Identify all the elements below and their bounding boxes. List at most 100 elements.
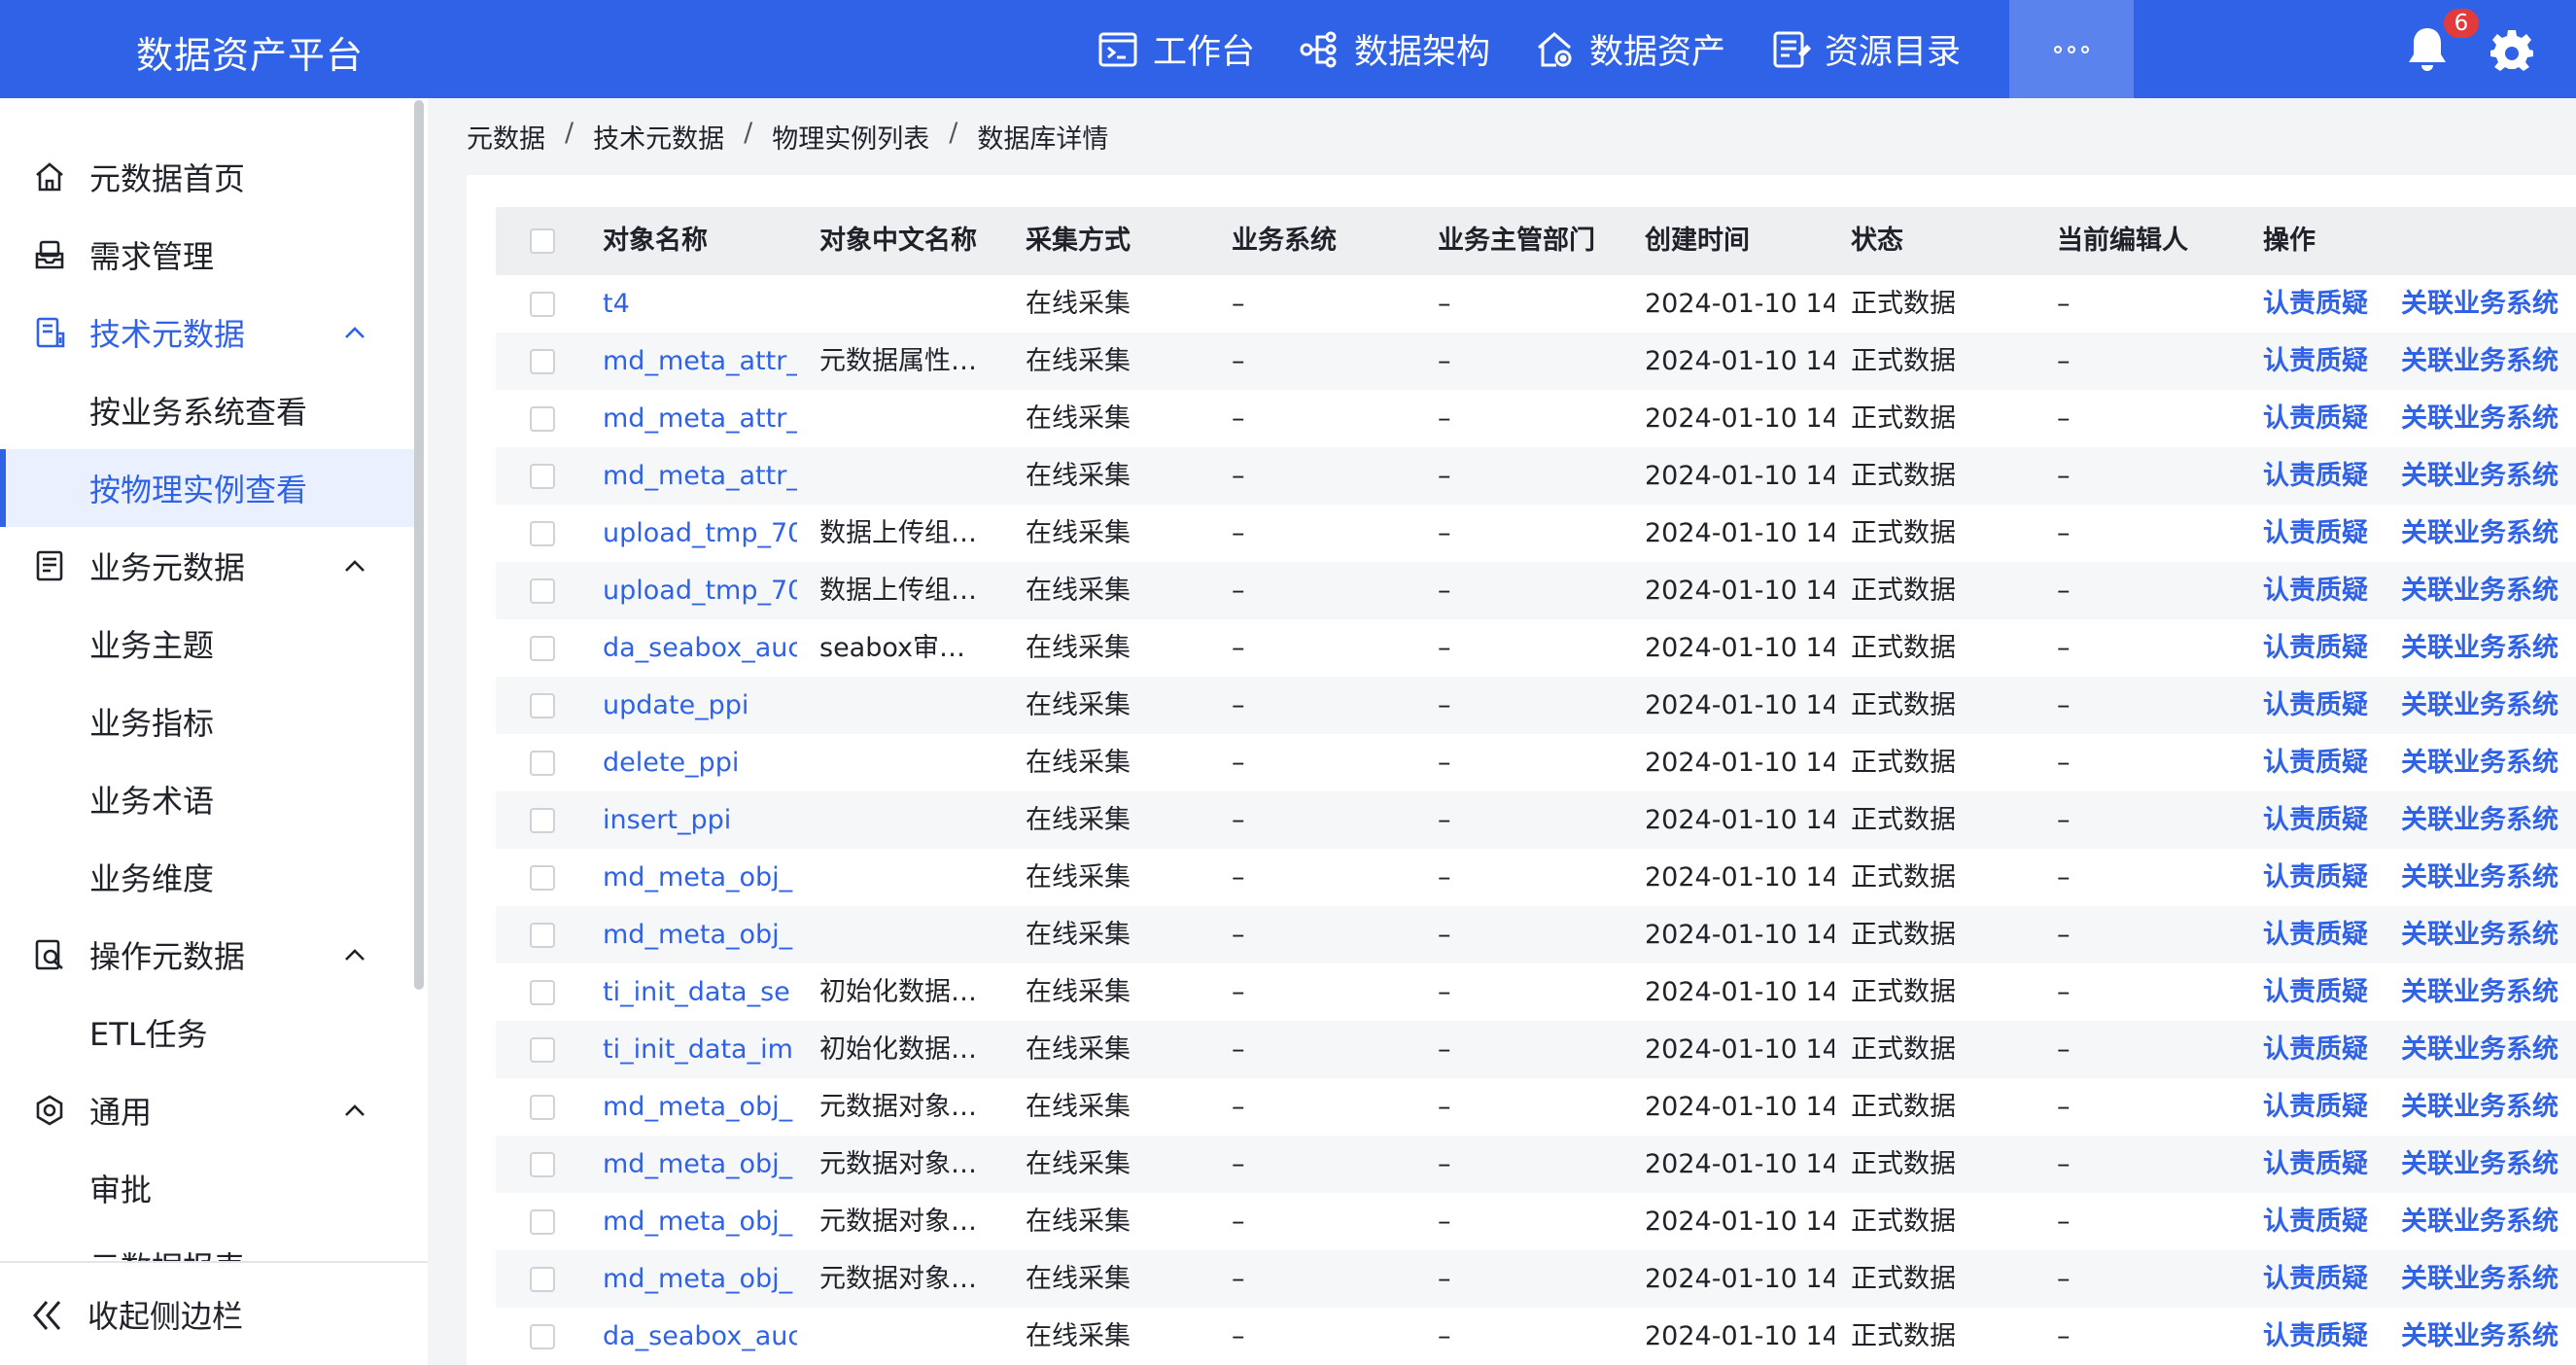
nav-item-catalog[interactable]: 资源目录	[1760, 0, 1996, 98]
link-business-system-link[interactable]: 关联业务系统	[2401, 390, 2559, 447]
link-business-system-link[interactable]: 关联业务系统	[2401, 734, 2559, 791]
sidebar-item-business-metadata[interactable]: 业务元数据	[0, 527, 416, 605]
row-checkbox[interactable]	[530, 693, 555, 718]
sidebar-item-by-business-system[interactable]: 按业务系统查看	[0, 371, 416, 449]
nav-item-architecture[interactable]: 数据架构	[1290, 0, 1525, 98]
row-checkbox[interactable]	[530, 406, 555, 432]
responsibility-query-link[interactable]: 认责质疑	[2263, 275, 2368, 332]
scrollbar-thumb[interactable]	[414, 100, 424, 990]
nav-item-assets[interactable]: 数据资产	[1525, 0, 1760, 98]
more-menu-button[interactable]	[2009, 0, 2135, 98]
sidebar-item-business-indicator[interactable]: 业务指标	[0, 682, 416, 760]
responsibility-query-link[interactable]: 认责质疑	[2263, 791, 2368, 849]
object-name-link[interactable]: update_ppi	[603, 677, 797, 734]
row-checkbox[interactable]	[530, 636, 555, 661]
row-checkbox[interactable]	[530, 349, 555, 374]
responsibility-query-link[interactable]: 认责质疑	[2263, 1193, 2368, 1250]
breadcrumb-item[interactable]: 元数据	[467, 118, 545, 156]
sidebar-item-by-physical-instance[interactable]: 按物理实例查看	[0, 449, 416, 527]
sidebar-item-requirements[interactable]: 需求管理	[0, 216, 416, 294]
collapse-sidebar-button[interactable]: 收起侧边栏	[0, 1261, 428, 1365]
nav-item-workbench[interactable]: 工作台	[1089, 0, 1290, 98]
link-business-system-link[interactable]: 关联业务系统	[2401, 1250, 2559, 1308]
link-business-system-link[interactable]: 关联业务系统	[2401, 562, 2559, 619]
sidebar-item-operational-metadata[interactable]: 操作元数据	[0, 916, 416, 994]
row-checkbox[interactable]	[530, 1209, 555, 1235]
row-checkbox[interactable]	[530, 1095, 555, 1120]
sidebar-item-business-topic[interactable]: 业务主题	[0, 605, 416, 682]
object-name-link[interactable]: md_meta_attr_	[603, 390, 797, 447]
sidebar-scrollbar[interactable]	[412, 98, 426, 993]
object-name-link[interactable]: md_meta_obj_	[603, 1250, 797, 1308]
object-name-link[interactable]: md_meta_obj_	[603, 849, 797, 906]
object-name-link[interactable]: insert_ppi	[603, 791, 797, 849]
responsibility-query-link[interactable]: 认责质疑	[2263, 447, 2368, 505]
object-name-link[interactable]: t4	[603, 275, 797, 332]
link-business-system-link[interactable]: 关联业务系统	[2401, 1136, 2559, 1193]
link-business-system-link[interactable]: 关联业务系统	[2401, 619, 2559, 677]
object-name-link[interactable]: md_meta_obj_	[603, 1136, 797, 1193]
link-business-system-link[interactable]: 关联业务系统	[2401, 505, 2559, 562]
sidebar-item-etl-task[interactable]: ETL任务	[0, 994, 416, 1071]
sidebar-item-general[interactable]: 通用	[0, 1071, 416, 1149]
link-business-system-link[interactable]: 关联业务系统	[2401, 906, 2559, 963]
link-business-system-link[interactable]: 关联业务系统	[2401, 1021, 2559, 1078]
row-checkbox[interactable]	[530, 980, 555, 1005]
object-name-link[interactable]: md_meta_obj_	[603, 1193, 797, 1250]
responsibility-query-link[interactable]: 认责质疑	[2263, 906, 2368, 963]
object-name-link[interactable]: da_seabox_auc	[603, 1308, 797, 1365]
link-business-system-link[interactable]: 关联业务系统	[2401, 963, 2559, 1021]
link-business-system-link[interactable]: 关联业务系统	[2401, 275, 2559, 332]
link-business-system-link[interactable]: 关联业务系统	[2401, 791, 2559, 849]
gear-icon[interactable]	[2490, 28, 2533, 71]
row-checkbox[interactable]	[530, 865, 555, 891]
object-name-link[interactable]: md_meta_obj_	[603, 906, 797, 963]
object-name-link[interactable]: ti_init_data_im	[603, 1021, 797, 1078]
row-checkbox[interactable]	[530, 751, 555, 776]
row-checkbox[interactable]	[530, 923, 555, 948]
object-name-link[interactable]: md_meta_attr_	[603, 332, 797, 390]
object-name-link[interactable]: da_seabox_auc	[603, 619, 797, 677]
row-checkbox[interactable]	[530, 292, 555, 317]
link-business-system-link[interactable]: 关联业务系统	[2401, 1193, 2559, 1250]
responsibility-query-link[interactable]: 认责质疑	[2263, 619, 2368, 677]
link-business-system-link[interactable]: 关联业务系统	[2401, 677, 2559, 734]
sidebar-item-business-term[interactable]: 业务术语	[0, 760, 416, 838]
link-business-system-link[interactable]: 关联业务系统	[2401, 849, 2559, 906]
link-business-system-link[interactable]: 关联业务系统	[2401, 1308, 2559, 1365]
sidebar-item-metadata-home[interactable]: 元数据首页	[0, 138, 416, 216]
responsibility-query-link[interactable]: 认责质疑	[2263, 562, 2368, 619]
sidebar-item-business-dimension[interactable]: 业务维度	[0, 838, 416, 916]
responsibility-query-link[interactable]: 认责质疑	[2263, 505, 2368, 562]
responsibility-query-link[interactable]: 认责质疑	[2263, 332, 2368, 390]
responsibility-query-link[interactable]: 认责质疑	[2263, 1021, 2368, 1078]
responsibility-query-link[interactable]: 认责质疑	[2263, 849, 2368, 906]
bell-icon[interactable]	[2405, 25, 2450, 74]
link-business-system-link[interactable]: 关联业务系统	[2401, 1078, 2559, 1136]
select-all-checkbox[interactable]	[530, 228, 555, 254]
object-name-link[interactable]: ti_init_data_se	[603, 963, 797, 1021]
responsibility-query-link[interactable]: 认责质疑	[2263, 1250, 2368, 1308]
row-checkbox[interactable]	[530, 1267, 555, 1292]
row-checkbox[interactable]	[530, 1037, 555, 1063]
row-checkbox[interactable]	[530, 1152, 555, 1177]
row-checkbox[interactable]	[530, 808, 555, 833]
sidebar-item-technical-metadata[interactable]: 技术元数据	[0, 294, 416, 371]
row-checkbox[interactable]	[530, 464, 555, 489]
object-name-link[interactable]: upload_tmp_70	[603, 505, 797, 562]
responsibility-query-link[interactable]: 认责质疑	[2263, 1136, 2368, 1193]
breadcrumb-item[interactable]: 物理实例列表	[772, 118, 929, 156]
sidebar-item-approval[interactable]: 审批	[0, 1149, 416, 1227]
row-checkbox[interactable]	[530, 1324, 555, 1349]
responsibility-query-link[interactable]: 认责质疑	[2263, 390, 2368, 447]
row-checkbox[interactable]	[530, 578, 555, 604]
row-checkbox[interactable]	[530, 521, 555, 546]
responsibility-query-link[interactable]: 认责质疑	[2263, 677, 2368, 734]
object-name-link[interactable]: md_meta_obj_	[603, 1078, 797, 1136]
responsibility-query-link[interactable]: 认责质疑	[2263, 1308, 2368, 1365]
breadcrumb-item[interactable]: 技术元数据	[593, 118, 724, 156]
responsibility-query-link[interactable]: 认责质疑	[2263, 963, 2368, 1021]
responsibility-query-link[interactable]: 认责质疑	[2263, 734, 2368, 791]
responsibility-query-link[interactable]: 认责质疑	[2263, 1078, 2368, 1136]
object-name-link[interactable]: upload_tmp_70	[603, 562, 797, 619]
